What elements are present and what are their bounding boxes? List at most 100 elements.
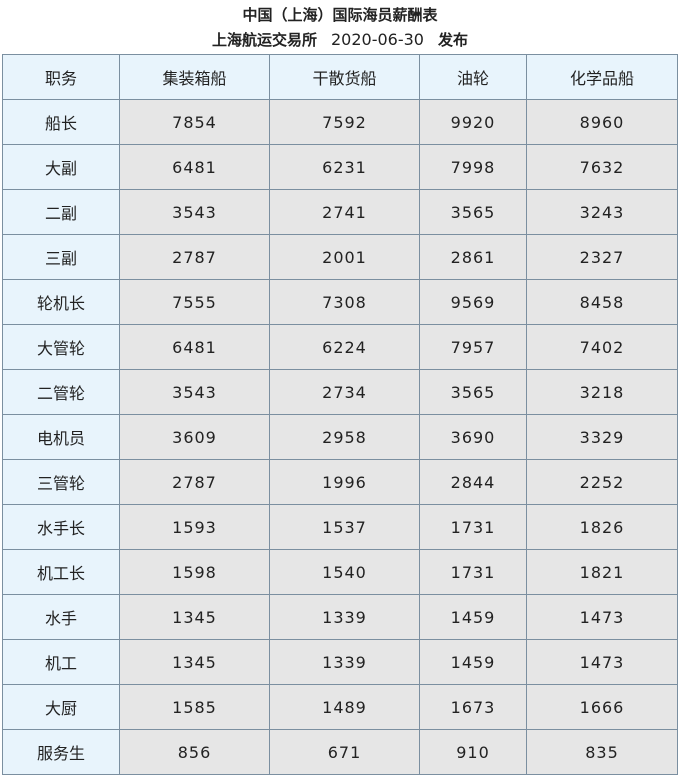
salary-value-cell: 1489 (269, 684, 420, 730)
salary-value-cell: 2001 (269, 234, 420, 280)
row-rank-cell: 水手长 (2, 504, 120, 550)
salary-value-cell: 7632 (526, 144, 678, 190)
table-row: 机工长 1598 1540 1731 1821 (2, 549, 678, 595)
table-row: 大管轮 6481 6224 7957 7402 (2, 324, 678, 370)
row-rank-cell: 机工长 (2, 549, 120, 595)
page-subtitle: 上海航运交易所 2020-06-30 发布 (0, 30, 680, 54)
table-row: 轮机长 7555 7308 9569 8458 (2, 279, 678, 325)
table-row: 船长 7854 7592 9920 8960 (2, 99, 678, 145)
table-row: 大副 6481 6231 7998 7632 (2, 144, 678, 190)
salary-value-cell: 1826 (526, 504, 678, 550)
salary-value-cell: 3543 (119, 369, 270, 415)
table-row: 大厨 1585 1489 1673 1666 (2, 684, 678, 730)
salary-value-cell: 1598 (119, 549, 270, 595)
salary-value-cell: 7854 (119, 99, 270, 145)
salary-value-cell: 6231 (269, 144, 420, 190)
salary-value-cell: 9569 (419, 279, 527, 325)
row-rank-cell: 二管轮 (2, 369, 120, 415)
row-rank-cell: 三管轮 (2, 459, 120, 505)
salary-value-cell: 1345 (119, 594, 270, 640)
salary-value-cell: 3609 (119, 414, 270, 460)
page-header: 中国（上海）国际海员薪酬表 上海航运交易所 2020-06-30 发布 (0, 0, 680, 54)
salary-value-cell: 2958 (269, 414, 420, 460)
salary-value-cell: 1473 (526, 594, 678, 640)
salary-value-cell: 2252 (526, 459, 678, 505)
table-row: 电机员 3609 2958 3690 3329 (2, 414, 678, 460)
salary-value-cell: 3329 (526, 414, 678, 460)
salary-value-cell: 1339 (269, 639, 420, 685)
salary-value-cell: 7308 (269, 279, 420, 325)
salary-table: 职务 集装箱船 干散货船 油轮 化学品船 船长 7854 7592 9920 8960 大… (2, 54, 678, 775)
row-rank-cell: 三副 (2, 234, 120, 280)
row-rank-cell: 水手 (2, 594, 120, 640)
salary-value-cell: 1731 (419, 549, 527, 595)
salary-value-cell: 2741 (269, 189, 420, 235)
salary-value-cell: 1821 (526, 549, 678, 595)
salary-value-cell: 3543 (119, 189, 270, 235)
salary-value-cell: 6224 (269, 324, 420, 370)
row-rank-cell: 服务生 (2, 729, 120, 775)
salary-value-cell: 671 (269, 729, 420, 775)
salary-value-cell: 6481 (119, 144, 270, 190)
page-title: 中国（上海）国际海员薪酬表 (242, 6, 438, 24)
row-rank-cell: 电机员 (2, 414, 120, 460)
salary-value-cell: 1593 (119, 504, 270, 550)
salary-value-cell: 2787 (119, 459, 270, 505)
salary-value-cell: 1473 (526, 639, 678, 685)
table-row: 水手长 1593 1537 1731 1826 (2, 504, 678, 550)
salary-value-cell: 3565 (419, 189, 527, 235)
salary-value-cell: 2734 (269, 369, 420, 415)
salary-value-cell: 3565 (419, 369, 527, 415)
salary-value-cell: 2861 (419, 234, 527, 280)
salary-value-cell: 3690 (419, 414, 527, 460)
salary-value-cell: 3218 (526, 369, 678, 415)
row-rank-cell: 轮机长 (2, 279, 120, 325)
table-row: 二副 3543 2741 3565 3243 (2, 189, 678, 235)
salary-value-cell: 1339 (269, 594, 420, 640)
salary-value-cell: 1459 (419, 639, 527, 685)
row-rank-cell: 大管轮 (2, 324, 120, 370)
table-row: 水手 1345 1339 1459 1473 (2, 594, 678, 640)
salary-value-cell: 856 (119, 729, 270, 775)
salary-value-cell: 835 (526, 729, 678, 775)
salary-value-cell: 1537 (269, 504, 420, 550)
salary-value-cell: 9920 (419, 99, 527, 145)
row-rank-cell: 二副 (2, 189, 120, 235)
table-row: 三副 2787 2001 2861 2327 (2, 234, 678, 280)
salary-value-cell: 7998 (419, 144, 527, 190)
salary-value-cell: 1459 (419, 594, 527, 640)
column-header-bulk-carrier: 干散货船 (269, 54, 420, 100)
table-header-row: 职务 集装箱船 干散货船 油轮 化学品船 (2, 54, 678, 100)
salary-value-cell: 7592 (269, 99, 420, 145)
salary-value-cell: 2787 (119, 234, 270, 280)
table-body: 船长 7854 7592 9920 8960 大副 6481 6231 7998 7632 二副 35… (2, 99, 678, 775)
row-rank-cell: 船长 (2, 99, 120, 145)
salary-value-cell: 2327 (526, 234, 678, 280)
publish-date: 2020-06-30 (331, 30, 424, 49)
salary-value-cell: 1996 (269, 459, 420, 505)
salary-value-cell: 1345 (119, 639, 270, 685)
salary-value-cell: 8458 (526, 279, 678, 325)
publish-action: 发布 (437, 31, 468, 49)
salary-value-cell: 1673 (419, 684, 527, 730)
salary-value-cell: 1731 (419, 504, 527, 550)
table-row: 二管轮 3543 2734 3565 3218 (2, 369, 678, 415)
salary-value-cell: 8960 (526, 99, 678, 145)
salary-value-cell: 1585 (119, 684, 270, 730)
row-rank-cell: 大副 (2, 144, 120, 190)
column-header-chemical-tanker: 化学品船 (526, 54, 678, 100)
salary-value-cell: 1666 (526, 684, 678, 730)
row-rank-cell: 机工 (2, 639, 120, 685)
table-row: 三管轮 2787 1996 2844 2252 (2, 459, 678, 505)
table-row: 机工 1345 1339 1459 1473 (2, 639, 678, 685)
row-rank-cell: 大厨 (2, 684, 120, 730)
column-header-container-ship: 集装箱船 (119, 54, 270, 100)
salary-value-cell: 6481 (119, 324, 270, 370)
salary-value-cell: 2844 (419, 459, 527, 505)
publisher-name: 上海航运交易所 (211, 31, 317, 49)
column-header-oil-tanker: 油轮 (419, 54, 527, 100)
salary-value-cell: 7555 (119, 279, 270, 325)
salary-value-cell: 1540 (269, 549, 420, 595)
salary-value-cell: 7957 (419, 324, 527, 370)
salary-value-cell: 7402 (526, 324, 678, 370)
